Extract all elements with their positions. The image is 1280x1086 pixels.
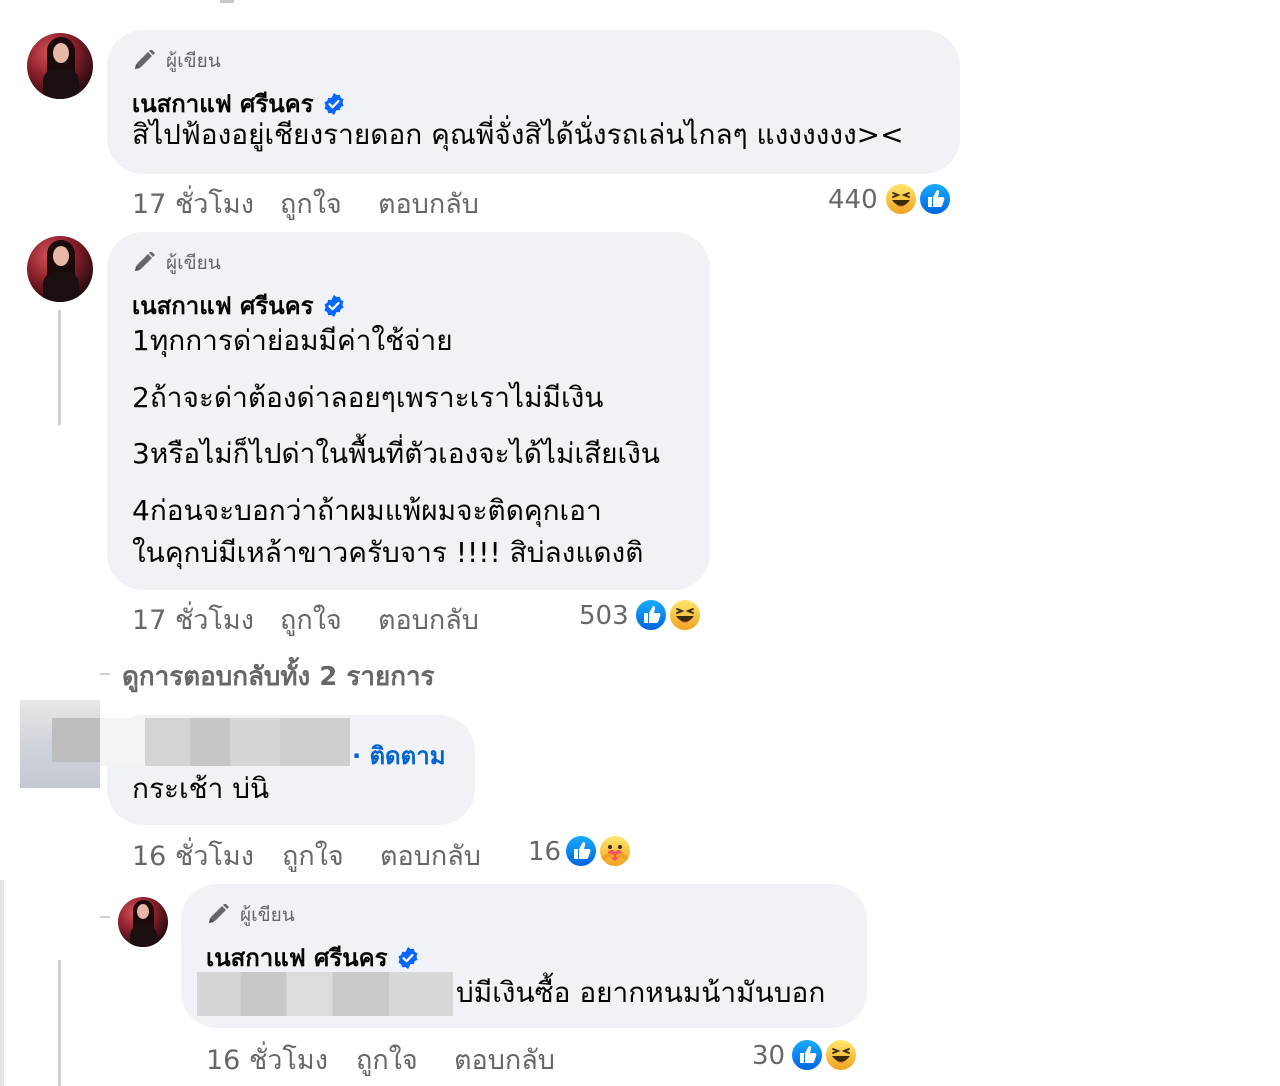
side-remnant (0, 880, 4, 1086)
care-icon[interactable] (598, 834, 632, 868)
comment-text: สิไปฟ้องอยู่เชียงรายดอก คุณพี่จั่งสิได้น… (132, 118, 904, 151)
comment-line: 4ก่อนจะบอกว่าถ้าผมแพ้ผมจะติดคุกเอา (132, 494, 602, 527)
like-icon[interactable] (918, 182, 952, 216)
comment-line: 1ทุกการด่าย่อมมีค่าใช้จ่าย (132, 324, 453, 357)
haha-icon[interactable] (824, 1038, 858, 1072)
comment-time[interactable]: 16 ชั่วโมง (206, 1038, 328, 1081)
reply-link[interactable]: ตอบกลับ (378, 598, 479, 641)
thread-line (58, 960, 61, 1086)
reaction-count[interactable]: 503 (579, 601, 629, 631)
reaction-count[interactable]: 30 (752, 1041, 785, 1071)
verified-icon (396, 946, 420, 970)
commenter-name[interactable]: เนสกาแฟ ศรีนคร (132, 286, 346, 325)
comment-line: 2ถ้าจะด่าต้องด่าลอยๆเพราะเราไม่มีเงิน (132, 381, 604, 414)
avatar[interactable] (27, 236, 93, 302)
like-link[interactable]: ถูกใจ (280, 182, 342, 225)
author-badge: ผู้เขียน (132, 248, 221, 278)
reply-link[interactable]: ตอบกลับ (378, 182, 479, 225)
haha-icon[interactable] (884, 182, 918, 216)
reply-link[interactable]: ตอบกลับ (454, 1038, 555, 1081)
like-icon[interactable] (790, 1038, 824, 1072)
avatar[interactable] (27, 33, 93, 99)
haha-icon[interactable] (668, 598, 702, 632)
view-replies-link[interactable]: ดูการตอบกลับทั้ง 2 รายการ (122, 656, 435, 697)
comment-text: บ่มีเงินซื้อ อยากหนมน้ามันบอก (456, 976, 826, 1009)
blurred-mention (197, 972, 453, 1016)
like-link[interactable]: ถูกใจ (280, 598, 342, 641)
reaction-count[interactable]: 16 (528, 837, 561, 867)
like-link[interactable]: ถูกใจ (356, 1038, 418, 1081)
comment-line: ในคุกบ่มีเหล้าขาวครับจาร !!!! สิบ่ลงแดงต… (132, 536, 644, 569)
like-icon[interactable] (564, 834, 598, 868)
comment-time[interactable]: 17 ชั่วโมง (132, 182, 254, 225)
comment-time[interactable]: 17 ชั่วโมง (132, 598, 254, 641)
follow-link[interactable]: · ติดตาม (352, 736, 446, 775)
author-badge: ผู้เขียน (206, 900, 295, 930)
pen-icon (206, 904, 232, 926)
top-remnant (220, 0, 234, 3)
thread-connector (100, 673, 110, 675)
comment-line: 3หรือไม่ก็ไปด่าในพื้นที่ตัวเองจะได้ไม่เส… (132, 437, 660, 470)
blurred-name (100, 718, 350, 766)
comment-time[interactable]: 16 ชั่วโมง (132, 834, 254, 877)
comment-text: กระเช้า บ่นิ (132, 772, 270, 805)
verified-icon (322, 92, 346, 116)
pen-icon (132, 252, 158, 274)
reply-link[interactable]: ตอบกลับ (380, 834, 481, 877)
author-badge: ผู้เขียน (132, 46, 221, 76)
thread-line (58, 310, 61, 425)
reaction-count[interactable]: 440 (828, 185, 878, 215)
like-link[interactable]: ถูกใจ (282, 834, 344, 877)
like-icon[interactable] (634, 598, 668, 632)
pen-icon (132, 50, 158, 72)
thread-connector (100, 916, 110, 918)
verified-icon (322, 294, 346, 318)
blurred-avatar-inner (52, 718, 100, 762)
avatar[interactable] (118, 897, 168, 947)
